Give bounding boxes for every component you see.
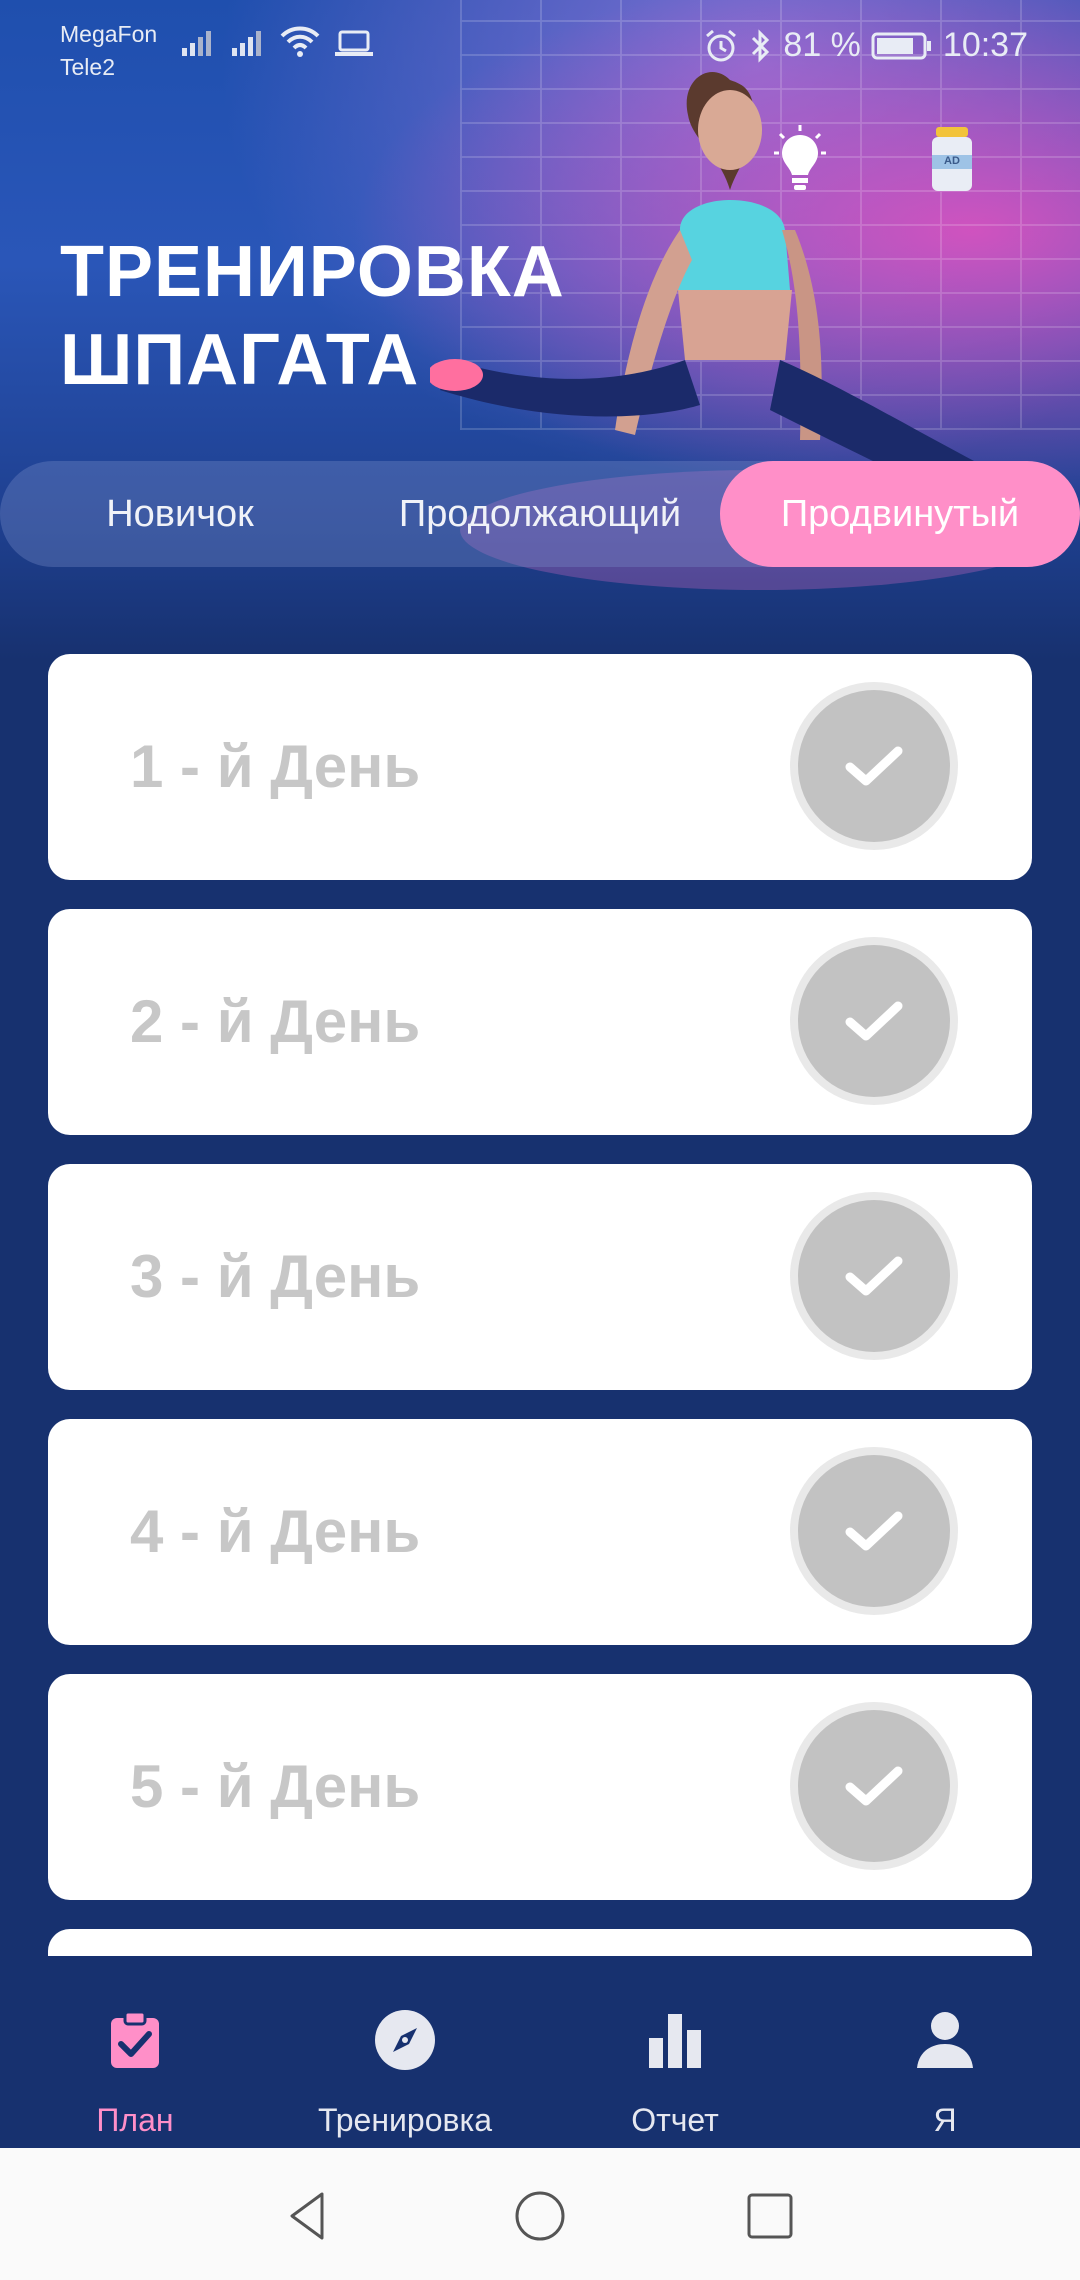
signal-icon <box>232 31 261 56</box>
day-list: 1 - й День 2 - й День 3 - й День 4 - й Д… <box>0 654 1080 1956</box>
day-label: 2 - й День <box>130 988 421 1055</box>
check-icon <box>845 1511 903 1551</box>
lightbulb-icon[interactable] <box>770 125 830 195</box>
nav-workout-label: Тренировка <box>318 2102 492 2138</box>
carrier-names: MegaFon Tele2 <box>60 18 157 84</box>
compass-icon <box>375 2010 435 2070</box>
carrier-tele2: Tele2 <box>60 54 115 80</box>
nav-me-label: Я <box>933 2102 957 2138</box>
signal-icon <box>182 31 211 56</box>
header-banner: MegaFon Tele2 81 % 10:37 AD ТРЕНИРОВКА Ш… <box>0 0 1080 660</box>
nav-workout[interactable]: Тренировка <box>280 1980 530 2148</box>
clock: 10:37 <box>942 26 1028 64</box>
bar-chart-icon <box>649 2014 701 2068</box>
day-card[interactable]: 3 - й День <box>48 1164 1032 1390</box>
check-icon <box>845 1766 903 1806</box>
title-line-1: ТРЕНИРОВКА <box>60 232 565 312</box>
level-selector: Новичок Продолжающий Продвинутый <box>0 461 1080 567</box>
bottom-navigation: План Тренировка Отчет Я <box>0 1980 1080 2148</box>
day-status <box>798 1200 950 1352</box>
status-right: 81 % 10:37 <box>703 26 1028 65</box>
network-icons <box>180 26 374 58</box>
day-label: 4 - й День <box>130 1498 421 1565</box>
check-icon <box>845 1001 903 1041</box>
ad-label: AD <box>944 155 960 167</box>
laptop-icon <box>335 30 373 56</box>
battery-percent: 81 % <box>783 26 861 64</box>
nav-me[interactable]: Я <box>830 1980 1060 2148</box>
day-status <box>798 945 950 1097</box>
nav-plan[interactable]: План <box>20 1980 250 2148</box>
back-icon[interactable] <box>278 2186 338 2246</box>
ad-jar-icon[interactable]: AD <box>928 125 976 193</box>
recents-icon[interactable] <box>740 2186 800 2246</box>
check-icon <box>845 1256 903 1296</box>
day-label: 3 - й День <box>130 1243 421 1310</box>
day-card[interactable]: 5 - й День <box>48 1674 1032 1900</box>
home-icon[interactable] <box>510 2186 570 2246</box>
title-line-2: ШПАГАТА <box>60 320 420 400</box>
bluetooth-icon <box>752 28 770 63</box>
day-card[interactable]: 1 - й День <box>48 654 1032 880</box>
day-label: 1 - й День <box>130 733 421 800</box>
day-status <box>798 1710 950 1862</box>
day-card-partial[interactable] <box>48 1929 1032 1956</box>
tab-intermediate[interactable]: Продолжающий <box>360 461 720 567</box>
tab-advanced[interactable]: Продвинутый <box>720 461 1080 567</box>
person-icon <box>917 2012 973 2068</box>
clipboard-check-icon <box>111 2010 159 2068</box>
battery-icon <box>871 32 931 59</box>
status-bar: MegaFon Tele2 81 % 10:37 <box>0 0 1080 100</box>
wifi-icon <box>280 26 320 57</box>
day-status <box>798 1455 950 1607</box>
nav-plan-label: План <box>96 2102 174 2138</box>
carrier-megafon: MegaFon <box>60 21 158 47</box>
nav-report[interactable]: Отчет <box>560 1980 790 2148</box>
system-navigation-bar <box>0 2148 1080 2280</box>
alarm-icon <box>706 29 737 61</box>
tab-beginner[interactable]: Новичок <box>40 461 320 567</box>
day-status <box>798 690 950 842</box>
page-title: ТРЕНИРОВКА ШПАГАТА <box>60 228 620 404</box>
day-card[interactable]: 2 - й День <box>48 909 1032 1135</box>
day-card[interactable]: 4 - й День <box>48 1419 1032 1645</box>
day-label: 5 - й День <box>130 1753 421 1820</box>
nav-report-label: Отчет <box>631 2102 719 2138</box>
check-icon <box>845 746 903 786</box>
